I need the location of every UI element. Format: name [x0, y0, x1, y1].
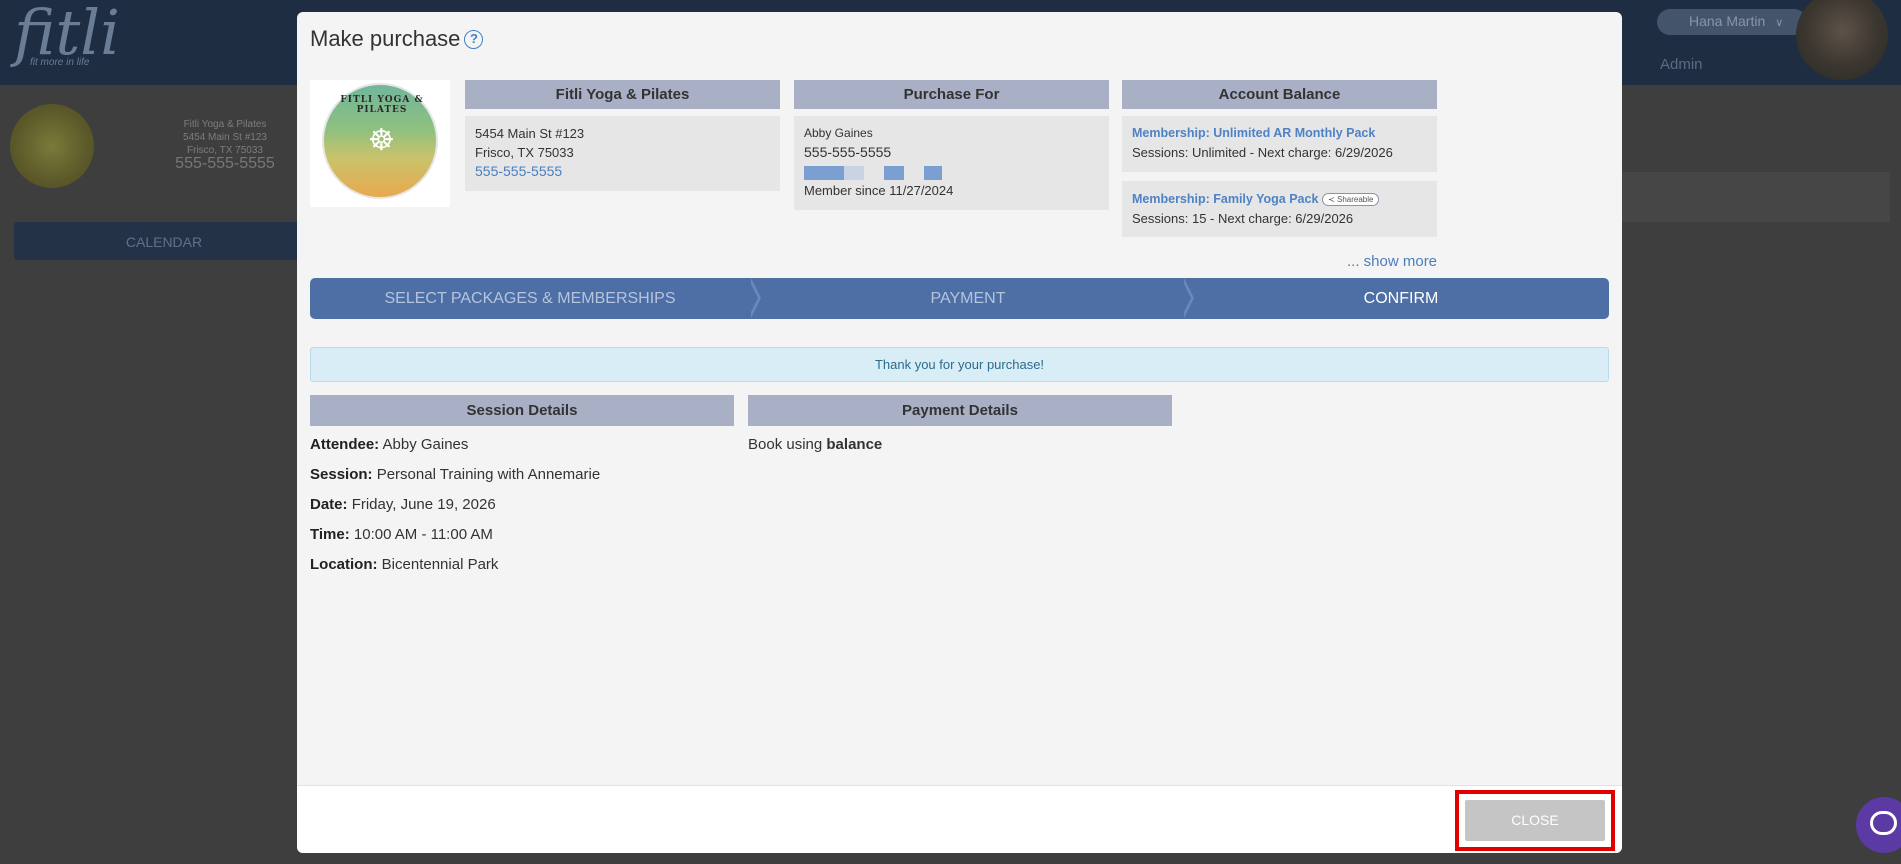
- user-name: Hana Martin: [1689, 13, 1766, 29]
- make-purchase-modal: Make purchase? FITLI YOGA & PILATES ☸ Fi…: [297, 12, 1622, 853]
- attendee-label: Attendee:: [310, 436, 380, 453]
- payment-details-header: Payment Details: [748, 395, 1172, 426]
- close-button-highlight: CLOSE: [1455, 790, 1615, 851]
- date-row: Date: Friday, June 19, 2026: [310, 496, 600, 526]
- shareable-badge: ≺ Shareable: [1322, 193, 1380, 206]
- studio-address-line1: 5454 Main St #123: [475, 126, 585, 141]
- address-line: Fitli Yoga & Pilates: [183, 119, 267, 130]
- calendar-tab[interactable]: CALENDAR: [14, 222, 314, 260]
- chevron-down-icon: ∨: [1775, 17, 1784, 29]
- studio-logo: FITLI YOGA & PILATES ☸: [310, 80, 450, 207]
- location-value: Bicentennial Park: [381, 556, 499, 573]
- studio-address-line2: Frisco, TX 75033: [475, 145, 574, 160]
- session-label: Session:: [310, 466, 373, 483]
- meditation-figure-icon: ☸: [368, 124, 395, 157]
- time-label: Time:: [310, 526, 350, 543]
- background-strip: [1620, 172, 1890, 222]
- session-row: Session: Personal Training with Annemari…: [310, 466, 600, 496]
- step-confirm: CONFIRM: [1363, 290, 1439, 307]
- payment-prefix: Book using: [748, 436, 823, 453]
- membership-name[interactable]: Membership: Family Yoga Pack: [1132, 192, 1318, 206]
- date-value: Friday, June 19, 2026: [351, 496, 496, 513]
- avatar[interactable]: [1796, 0, 1888, 80]
- account-balance-panel: Account Balance Membership: Unlimited AR…: [1122, 80, 1437, 237]
- membership-details: Sessions: 15 - Next charge: 6/29/2026: [1132, 211, 1354, 226]
- modal-footer: CLOSE: [297, 785, 1622, 853]
- admin-link[interactable]: Admin: [1660, 56, 1703, 73]
- payment-method: balance: [826, 436, 883, 453]
- purchase-for-header: Purchase For: [794, 80, 1109, 109]
- show-more-link[interactable]: ... show more: [1347, 253, 1437, 270]
- account-balance-header: Account Balance: [1122, 80, 1437, 109]
- question-circle-icon[interactable]: ?: [464, 30, 484, 49]
- location-row: Location: Bicentennial Park: [310, 556, 600, 586]
- share-icon: ≺: [1328, 195, 1335, 204]
- purchase-for-panel: Purchase For Abby Gaines 555-555-5555 Me…: [794, 80, 1109, 210]
- badge-label: Shareable: [1336, 195, 1374, 204]
- session-details-header: Session Details: [310, 395, 734, 426]
- modal-title-text: Make purchase: [310, 26, 461, 51]
- purchase-steps: SELECT PACKAGES & MEMBERSHIPS PAYMENT CO…: [310, 278, 1609, 319]
- studio-phone-link[interactable]: 555-555-5555: [475, 162, 770, 181]
- membership-name[interactable]: Membership: Unlimited AR Monthly Pack: [1132, 124, 1427, 143]
- location-label: Location:: [310, 556, 378, 573]
- session-details: Attendee: Abby Gaines Session: Personal …: [310, 436, 600, 586]
- logo-tagline: fit more in life: [30, 57, 90, 68]
- close-button[interactable]: CLOSE: [1465, 800, 1605, 841]
- fitli-logo[interactable]: fitli: [14, 2, 120, 64]
- studio-logo-bg: [10, 104, 94, 188]
- session-value: Personal Training with Annemarie: [376, 466, 601, 483]
- step-select-packages: SELECT PACKAGES & MEMBERSHIPS: [384, 290, 676, 307]
- modal-title: Make purchase?: [310, 26, 484, 52]
- address-line: 5454 Main St #123: [183, 132, 267, 143]
- studio-panel: Fitli Yoga & Pilates 5454 Main St #123 F…: [465, 80, 780, 191]
- logo-text: FITLI YOGA & PILATES: [340, 95, 424, 115]
- balance-item: Membership: Unlimited AR Monthly Pack Se…: [1122, 116, 1437, 172]
- membership-details: Sessions: Unlimited - Next charge: 6/29/…: [1132, 145, 1393, 160]
- step-payment: PAYMENT: [930, 290, 1006, 307]
- redacted-contact: [804, 162, 1099, 181]
- date-label: Date:: [310, 496, 348, 513]
- studio-address-bg: Fitli Yoga & Pilates 5454 Main St #123 F…: [150, 118, 300, 172]
- time-row: Time: 10:00 AM - 11:00 AM: [310, 526, 600, 556]
- studio-phone: 555-555-5555: [175, 155, 275, 172]
- attendee-row: Attendee: Abby Gaines: [310, 436, 600, 466]
- studio-header: Fitli Yoga & Pilates: [465, 80, 780, 109]
- payment-method-line: Book using balance: [748, 436, 882, 453]
- member-since: Member since 11/27/2024: [804, 183, 954, 198]
- chat-launcher[interactable]: [1856, 797, 1901, 853]
- time-value: 10:00 AM - 11:00 AM: [353, 526, 493, 543]
- attendee-value: Abby Gaines: [382, 436, 469, 453]
- user-menu[interactable]: Hana Martin ∨: [1657, 9, 1807, 35]
- chat-bubble-icon: [1870, 811, 1897, 835]
- balance-item: Membership: Family Yoga Pack ≺ Shareable…: [1122, 181, 1437, 237]
- success-alert: Thank you for your purchase!: [310, 347, 1609, 382]
- customer-name: Abby Gaines: [804, 126, 873, 140]
- customer-phone: 555-555-5555: [804, 144, 892, 160]
